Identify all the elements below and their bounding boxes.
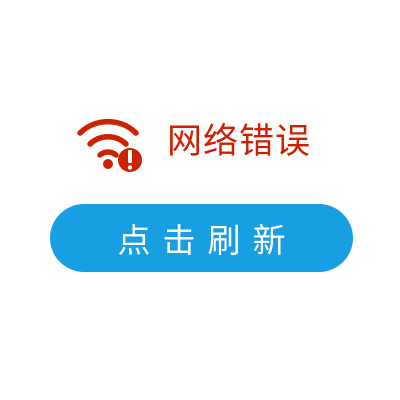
refresh-button[interactable]: 点击刷新: [50, 204, 353, 272]
error-message: 网络错误: [167, 122, 312, 162]
error-status-row: 网络错误: [0, 110, 400, 172]
network-error-page: 网络错误 点击刷新: [0, 0, 400, 400]
wifi-error-icon: [74, 116, 146, 176]
